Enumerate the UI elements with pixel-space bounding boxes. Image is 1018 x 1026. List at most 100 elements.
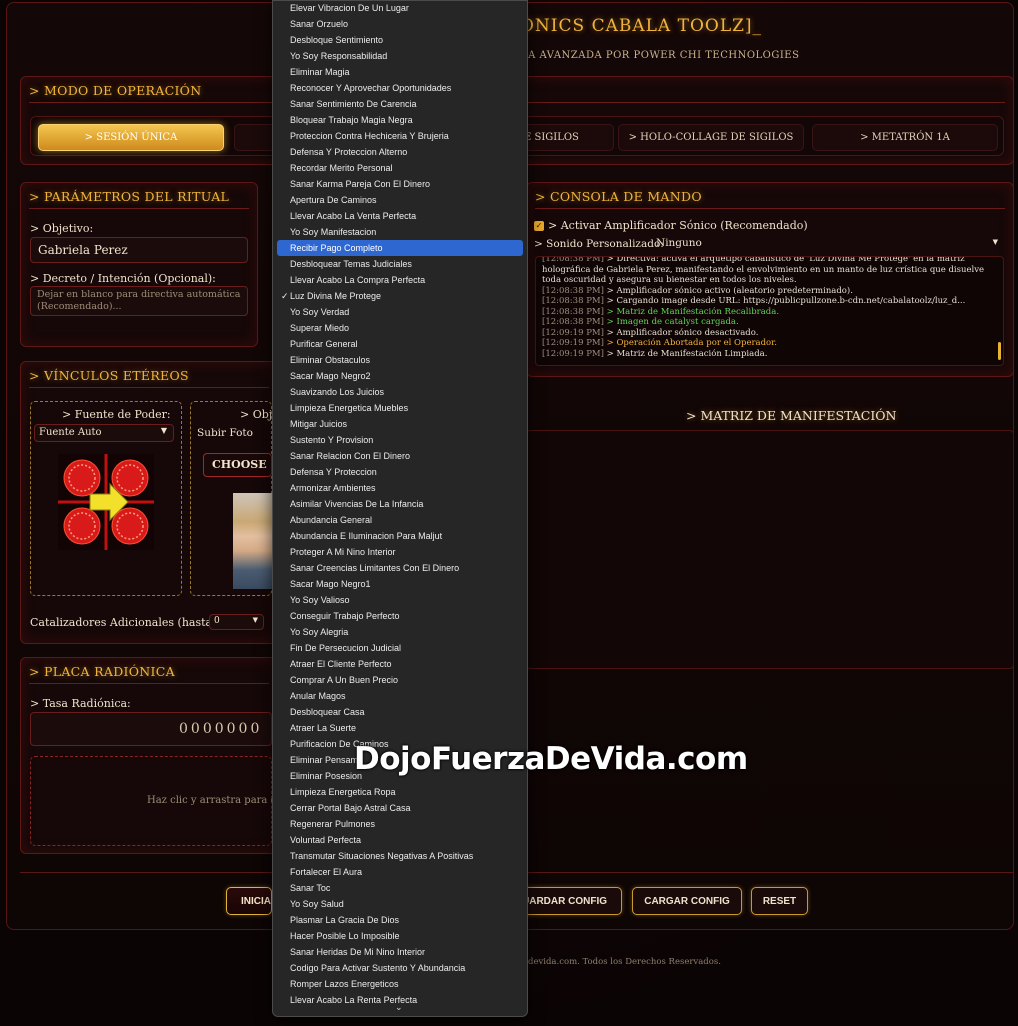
dropdown-item[interactable]: Proteccion Contra Hechiceria Y Brujeria (277, 128, 523, 144)
dropdown-item[interactable]: Transmutar Situaciones Negativas A Posit… (277, 848, 523, 864)
tab-metatron[interactable]: > METATRÓN 1A (812, 124, 998, 151)
dropdown-item[interactable]: Purificar General (277, 336, 523, 352)
dropdown-item[interactable]: Recordar Merito Personal (277, 160, 523, 176)
decree-textarea[interactable]: Dejar en blanco para directiva automátic… (30, 286, 248, 316)
start-button[interactable]: INICIA (226, 887, 272, 915)
dropdown-item[interactable]: ✓ Luz Divina Me Protege (277, 288, 523, 304)
dropdown-item[interactable]: Sanar Toc (277, 880, 523, 896)
dropdown-item-label: Eliminar Posesion (290, 771, 363, 781)
dropdown-item[interactable]: Mitigar Juicios (277, 416, 523, 432)
dropdown-item-selected[interactable]: Recibir Pago Completo (277, 240, 523, 256)
dropdown-item[interactable]: Sanar Creencias Limitantes Con El Dinero (277, 560, 523, 576)
amp-checkbox[interactable]: ✓ (534, 221, 544, 231)
power-source-select[interactable]: Fuente Auto ▼ (34, 424, 174, 442)
dropdown-item[interactable]: Plasmar La Gracia De Dios (277, 912, 523, 928)
object-source-select[interactable]: Subir Foto (197, 427, 253, 439)
dropdown-item[interactable]: Desbloquear Casa (277, 704, 523, 720)
dropdown-item[interactable]: Abundancia E Iluminacion Para Maljut (277, 528, 523, 544)
dropdown-item-label: Transmutar Situaciones Negativas A Posit… (290, 851, 474, 861)
dropdown-item[interactable]: Conseguir Trabajo Perfecto (277, 608, 523, 624)
dropdown-item[interactable]: Sanar Sentimiento De Carencia (277, 96, 523, 112)
power-source-value: Fuente Auto (39, 427, 102, 438)
dropdown-item[interactable]: Regenerar Pulmones (277, 816, 523, 832)
dropdown-item[interactable]: Sanar Relacion Con El Dinero (277, 448, 523, 464)
dropdown-item[interactable]: Bloquear Trabajo Magia Negra (277, 112, 523, 128)
log-line: [12:08:38 PM] > Imagen de catalyst carga… (542, 317, 997, 328)
dropdown-item[interactable]: Cerrar Portal Bajo Astral Casa (277, 800, 523, 816)
rate-input[interactable]: 0000000 (30, 712, 272, 746)
tab-holo-collage[interactable]: > HOLO-COLLAGE DE SIGILOS (618, 124, 804, 151)
directive-dropdown-menu[interactable]: Elevar Vibracion De Un Lugar Sanar Orzuel… (272, 0, 528, 1017)
catalysts-select[interactable]: 0 ▼ (209, 614, 264, 630)
dropdown-item[interactable]: Abundancia General (277, 512, 523, 528)
reset-button[interactable]: RESET (751, 887, 808, 915)
dropdown-item[interactable]: Llevar Acabo La Compra Perfecta (277, 272, 523, 288)
console-log[interactable]: [12:08:38 PM] > Directiva: activa el arq… (535, 256, 1004, 366)
dropdown-item-label: Apertura De Caminos (290, 195, 377, 205)
dropdown-item-label: Llevar Acabo La Compra Perfecta (290, 275, 426, 285)
dropdown-item[interactable]: Desbloque Sentimiento (277, 32, 523, 48)
dropdown-item[interactable]: Armonizar Ambientes (277, 480, 523, 496)
chevron-down-icon: ▼ (992, 238, 998, 246)
log-timestamp: [12:08:38 PM] (542, 256, 604, 264)
dropdown-item[interactable]: Apertura De Caminos (277, 192, 523, 208)
dropdown-item[interactable]: Limpieza Energetica Ropa (277, 784, 523, 800)
dropdown-item[interactable]: Defensa Y Proteccion (277, 464, 523, 480)
dropdown-item[interactable]: Comprar A Un Buen Precio (277, 672, 523, 688)
dropdown-item[interactable]: Elevar Vibracion De Un Lugar (277, 0, 523, 16)
dropdown-item-label: Sanar Relacion Con El Dinero (290, 451, 411, 461)
dropdown-item[interactable]: Eliminar Obstaculos (277, 352, 523, 368)
console-scrollbar[interactable] (998, 342, 1001, 360)
dropdown-item[interactable]: Sanar Orzuelo (277, 16, 523, 32)
dropdown-item[interactable]: Yo Soy Alegria (277, 624, 523, 640)
choose-file-button[interactable]: CHOOSE FIL (203, 453, 272, 477)
dropdown-item[interactable]: Voluntad Perfecta (277, 832, 523, 848)
dropdown-item[interactable]: Atraer El Cliente Perfecto (277, 656, 523, 672)
dropdown-item[interactable]: Limpieza Energetica Muebles (277, 400, 523, 416)
dropdown-item[interactable]: Fortalecer El Aura (277, 864, 523, 880)
objective-input[interactable]: Gabriela Perez (30, 237, 248, 263)
dropdown-item[interactable]: Codigo Para Activar Sustento Y Abundanci… (277, 960, 523, 976)
dropdown-item[interactable]: Anular Magos (277, 688, 523, 704)
dropdown-item-label: Codigo Para Activar Sustento Y Abundanci… (290, 963, 466, 973)
dropdown-item[interactable]: Fin De Persecucion Judicial (277, 640, 523, 656)
dropdown-item[interactable]: Reconocer Y Aprovechar Oportunidades (277, 80, 523, 96)
sigil-graphic (58, 454, 154, 550)
dropdown-item[interactable]: Sustento Y Provision (277, 432, 523, 448)
dropdown-item-label: Abundancia General (290, 515, 373, 525)
dropdown-item[interactable]: Atraer La Suerte (277, 720, 523, 736)
watermark-text: DojoFuerzaDeVida.com (354, 741, 748, 777)
dropdown-item[interactable]: Desbloquear Temas Judiciales (277, 256, 523, 272)
dropdown-item[interactable]: Proteger A Mi Nino Interior (277, 544, 523, 560)
dropdown-item[interactable]: Eliminar Magia (277, 64, 523, 80)
dropdown-item[interactable]: Sanar Heridas De Mi Nino Interior (277, 944, 523, 960)
dropdown-item[interactable]: Sacar Mago Negro2 (277, 368, 523, 384)
log-text: toda oscuridad y asegura su bienestar en… (542, 275, 797, 285)
dropdown-item-label: Atraer La Suerte (290, 723, 357, 733)
dropdown-item-label: Comprar A Un Buen Precio (290, 675, 399, 685)
dropdown-item[interactable]: Romper Lazos Energeticos (277, 976, 523, 992)
dropdown-item-label: Proteccion Contra Hechiceria Y Brujeria (290, 131, 449, 141)
dropdown-item-label: Desbloquear Temas Judiciales (290, 259, 412, 269)
dropdown-item[interactable]: Suavizando Los Juicios (277, 384, 523, 400)
tab-single-session[interactable]: > SESIÓN ÚNICA (38, 124, 224, 151)
dropdown-item[interactable]: Yo Soy Verdad (277, 304, 523, 320)
dropdown-item-label: Defensa Y Proteccion Alterno (290, 147, 408, 157)
chevron-down-icon[interactable]: ⌄ (395, 1003, 403, 1013)
dropdown-item[interactable]: Sanar Karma Pareja Con El Dinero (277, 176, 523, 192)
dropdown-item[interactable]: Defensa Y Proteccion Alterno (277, 144, 523, 160)
sound-select[interactable]: Ninguno ▼ (653, 236, 1004, 253)
dropdown-item[interactable]: Yo Soy Responsabilidad (277, 48, 523, 64)
dropdown-item[interactable]: Yo Soy Valioso (277, 592, 523, 608)
dropdown-item[interactable]: Sacar Mago Negro1 (277, 576, 523, 592)
dropdown-item-label: Luz Divina Me Protege (290, 291, 382, 301)
load-config-button[interactable]: CARGAR CONFIG (632, 887, 742, 915)
dropdown-item[interactable]: Llevar Acabo La Venta Perfecta (277, 208, 523, 224)
log-line: [12:09:19 PM] > Operación Abortada por e… (542, 338, 997, 349)
dropdown-item[interactable]: Hacer Posible Lo Imposible (277, 928, 523, 944)
dropdown-item[interactable]: Yo Soy Manifestacion (277, 224, 523, 240)
dropdown-item-label: Anular Magos (290, 691, 346, 701)
dropdown-item[interactable]: Asimilar Vivencias De La Infancia (277, 496, 523, 512)
dropdown-item[interactable]: Yo Soy Salud (277, 896, 523, 912)
dropdown-item[interactable]: Superar Miedo (277, 320, 523, 336)
